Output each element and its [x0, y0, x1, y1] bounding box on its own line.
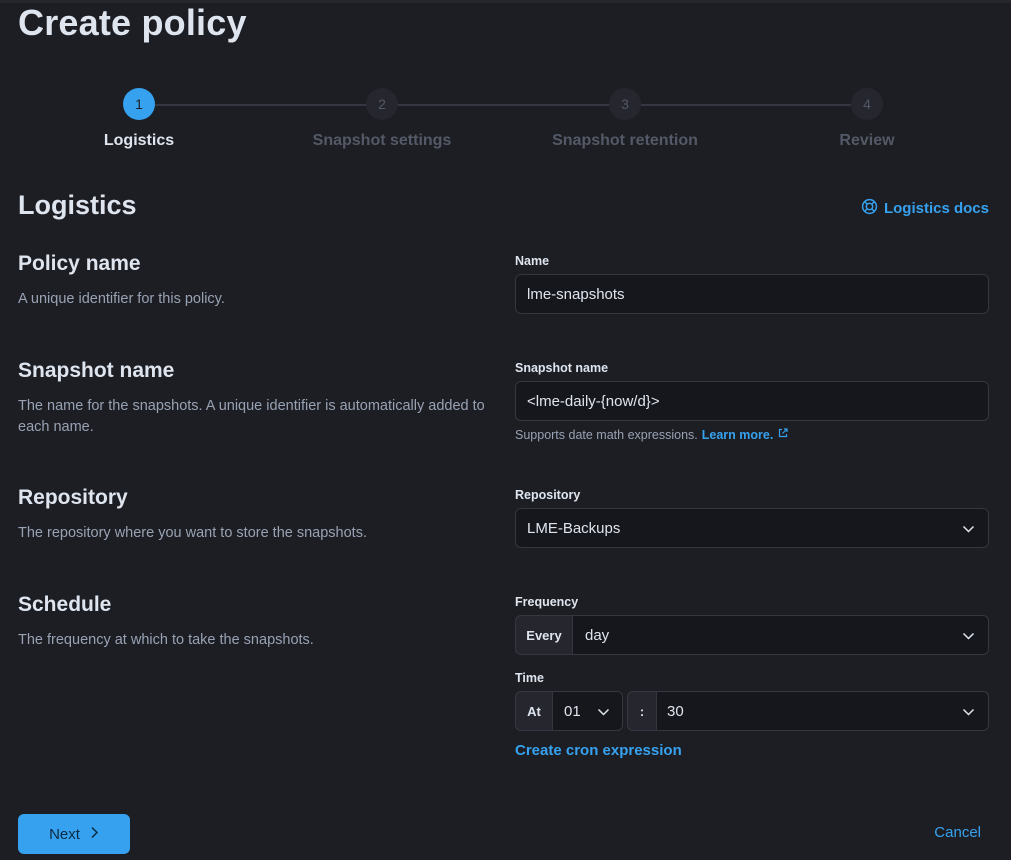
time-control: At 01 : 30 [515, 691, 989, 731]
repository-value: LME-Backups [527, 519, 621, 537]
repository-description: The repository where you want to store t… [18, 525, 367, 541]
chevron-down-icon [962, 522, 975, 539]
policy-name-description: A unique identifier for this policy. [18, 291, 225, 307]
learn-more-link[interactable]: Learn more. [702, 428, 774, 442]
external-link-icon [777, 427, 789, 442]
snapshot-name-description: The name for the snapshots. A unique ide… [18, 398, 485, 435]
policy-name-title: Policy name [18, 252, 141, 275]
repository-select[interactable]: LME-Backups [515, 508, 989, 548]
hour-value: 01 [564, 702, 581, 720]
step-label: Review [839, 132, 895, 149]
step-logistics[interactable]: 1 Logistics [39, 88, 239, 150]
policy-name-input[interactable]: lme-snapshots [515, 274, 989, 314]
time-field-label: Time [515, 671, 544, 685]
step-number: 3 [609, 88, 641, 120]
step-snapshot-settings[interactable]: 2 Snapshot settings [282, 88, 482, 150]
snapshot-name-title: Snapshot name [18, 359, 175, 382]
cancel-button[interactable]: Cancel [934, 824, 981, 841]
create-cron-expression-link[interactable]: Create cron expression [515, 742, 989, 759]
step-label: Snapshot retention [552, 132, 698, 149]
step-label: Logistics [103, 132, 175, 149]
create-policy-page: Create policy 1 Logistics 2 Snapshot set… [0, 0, 1011, 860]
step-number: 2 [366, 88, 398, 120]
every-prepend: Every [515, 615, 573, 655]
chevron-down-icon [962, 629, 975, 646]
date-math-help-text: Supports date math expressions. [515, 427, 698, 442]
snapshot-name-field-label: Snapshot name [515, 361, 609, 375]
chevron-right-icon [90, 826, 99, 843]
next-button-label: Next [49, 825, 80, 843]
snapshot-name-input[interactable]: <lme-daily-{now/d}> [515, 381, 989, 421]
snapshot-name-help: Supports date math expressions. Learn mo… [515, 427, 989, 442]
frequency-value: day [585, 626, 610, 644]
next-button[interactable]: Next [18, 814, 130, 854]
frequency-field-label: Frequency [515, 595, 579, 609]
logistics-docs-label: Logistics docs [883, 200, 989, 217]
at-prepend: At [515, 691, 553, 731]
step-number: 1 [123, 88, 155, 120]
policy-name-value: lme-snapshots [527, 285, 625, 303]
step-label: Snapshot settings [312, 132, 452, 149]
section-title: Logistics [18, 190, 137, 220]
snapshot-name-value: <lme-daily-{now/d}> [527, 392, 660, 410]
page-title: Create policy [18, 2, 247, 43]
chevron-down-icon [962, 705, 975, 722]
chevron-down-icon [597, 705, 610, 722]
frequency-control: Every day [515, 615, 989, 655]
step-number: 4 [851, 88, 883, 120]
frequency-select[interactable]: day [573, 615, 989, 655]
schedule-description: The frequency at which to take the snaps… [18, 632, 314, 648]
hour-select[interactable]: 01 [553, 691, 623, 731]
schedule-title: Schedule [18, 593, 112, 616]
name-field-label: Name [515, 254, 550, 268]
step-review[interactable]: 4 Review [767, 88, 967, 150]
minute-value: 30 [667, 702, 684, 720]
help-lifebuoy-icon [861, 198, 878, 219]
minute-select[interactable]: 30 [657, 691, 989, 731]
step-snapshot-retention[interactable]: 3 Snapshot retention [525, 88, 725, 150]
repository-title: Repository [18, 486, 128, 509]
logistics-docs-link[interactable]: Logistics docs [861, 198, 989, 219]
time-separator: : [627, 691, 657, 731]
repository-field-label: Repository [515, 488, 581, 502]
steps-progress: 1 Logistics 2 Snapshot settings 3 Snapsh… [0, 88, 1011, 168]
